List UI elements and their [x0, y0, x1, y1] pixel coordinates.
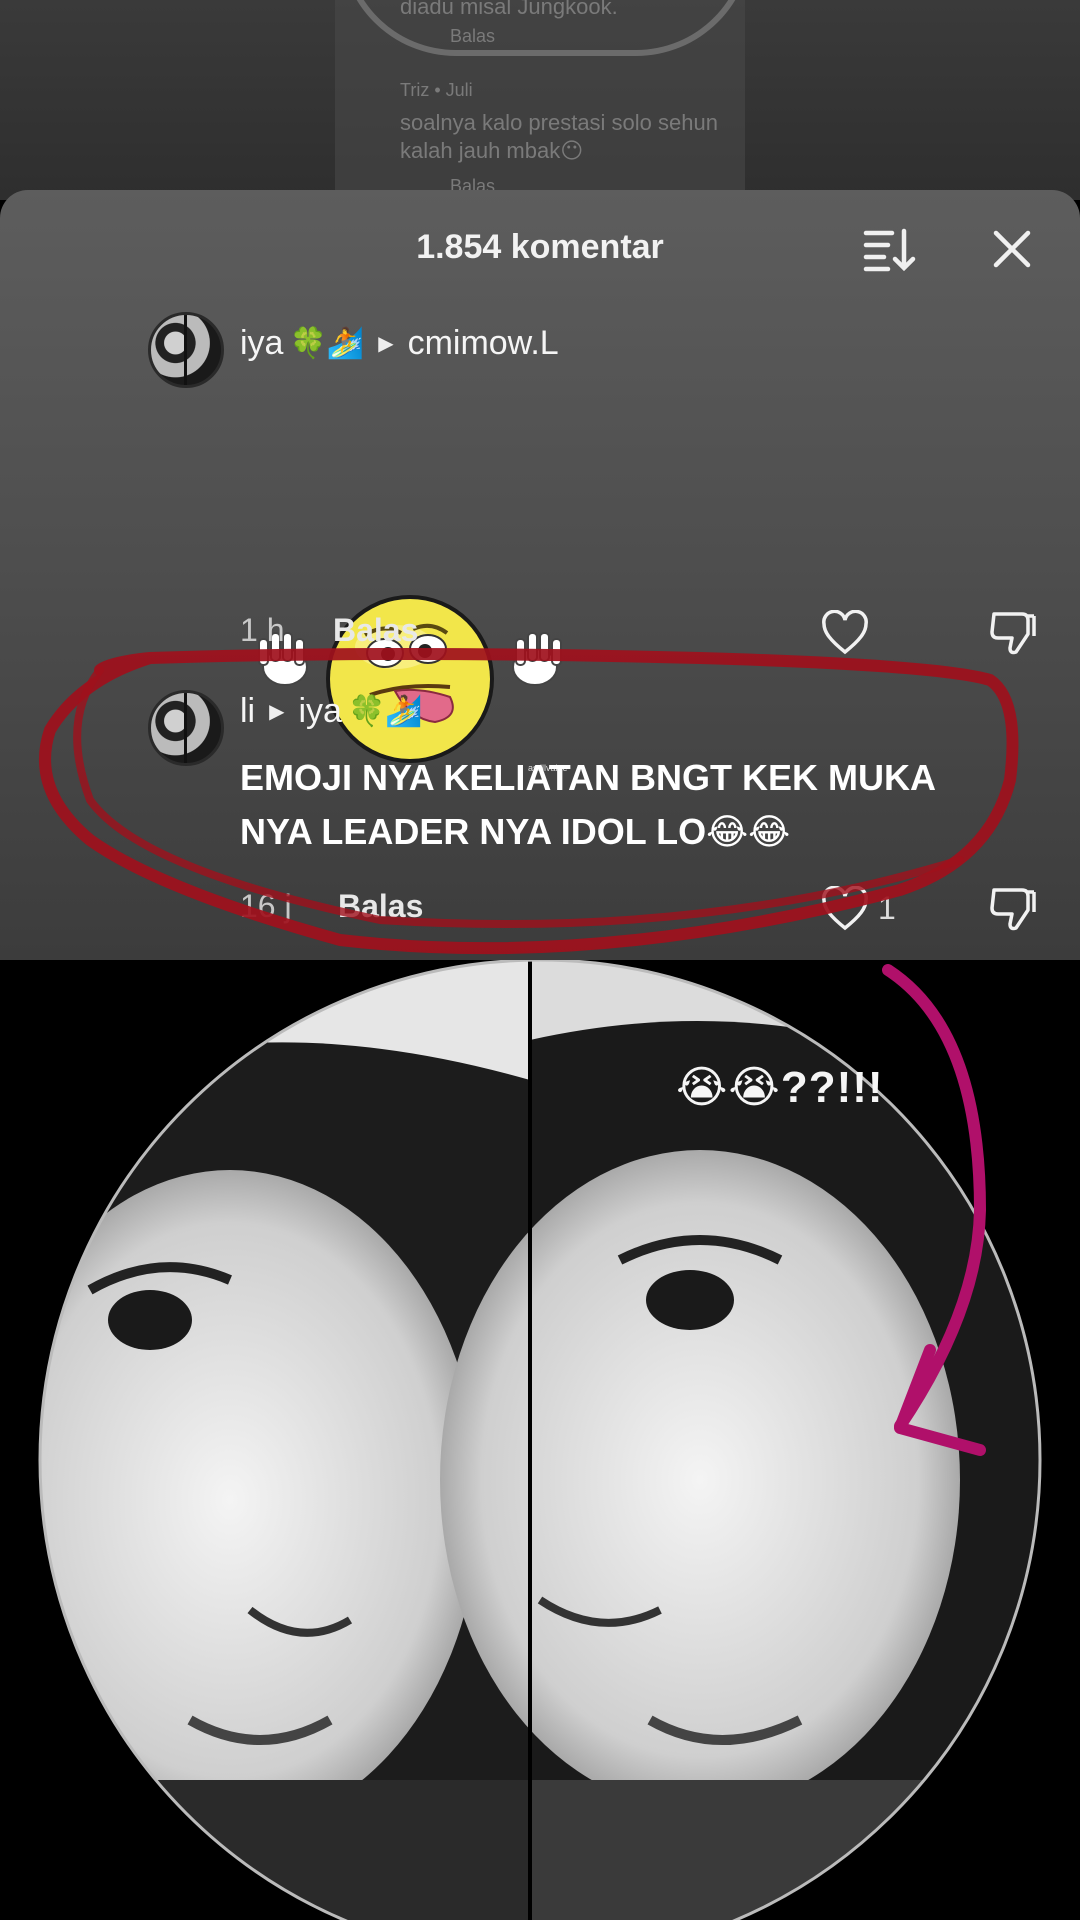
reply-button[interactable]: Balas — [333, 612, 418, 649]
reply-to-username[interactable]: cmimow.L — [408, 324, 559, 363]
comment-time: 16 j — [240, 888, 292, 924]
reply-arrow-icon: ▶ — [269, 701, 285, 723]
avatar[interactable] — [148, 312, 224, 388]
comment-time: 1 h — [240, 612, 285, 648]
heart-icon[interactable] — [820, 610, 870, 656]
username-emojis: 🍀🏄 — [289, 327, 365, 360]
sort-descending-icon[interactable] — [862, 225, 916, 273]
comment-header: li ▶ iya 🍀🏄 — [240, 692, 423, 731]
heart-icon[interactable] — [820, 886, 870, 932]
background-text: kalah jauh mbak😶 — [400, 138, 584, 163]
comments-sheet: 1.854 komentar iya 🍀🏄 ▶ cmimow.L astillv… — [0, 190, 1080, 960]
comment-count-title: 1.854 komentar — [416, 228, 664, 266]
background-commenter: Triz • Juli — [400, 80, 473, 100]
reply-to-username[interactable]: iya — [299, 692, 342, 731]
avatar[interactable] — [148, 690, 224, 766]
username[interactable]: iya — [240, 324, 283, 363]
reply-arrow-icon: ▶ — [378, 333, 394, 355]
comment-text-line: NYA LEADER NYA IDOL LO😂😂 — [240, 811, 791, 852]
dislike-icon[interactable] — [988, 884, 1038, 934]
like-count: 1 — [878, 890, 896, 926]
username[interactable]: li — [240, 692, 255, 731]
close-icon[interactable] — [988, 225, 1036, 273]
background-video: diadu misal Jungkook. Balas Triz • Juli … — [0, 0, 1080, 200]
reply-to-emojis: 🍀🏄 — [347, 695, 423, 728]
background-reply: Balas — [450, 26, 496, 46]
background-text: diadu misal Jungkook. — [400, 0, 618, 19]
comment-text-line: EMOJI NYA KELIATAN BNGT KEK MUKA — [240, 757, 937, 798]
reaction-caption: 😭😭??!!! — [676, 1063, 884, 1112]
background-text: soalnya kalo prestasi solo sehun — [400, 110, 718, 135]
pink-arrow-annotation — [882, 964, 987, 1456]
comment-header: iya 🍀🏄 ▶ cmimow.L — [240, 324, 559, 363]
dislike-icon[interactable] — [988, 608, 1038, 658]
reply-button[interactable]: Balas — [338, 888, 423, 925]
